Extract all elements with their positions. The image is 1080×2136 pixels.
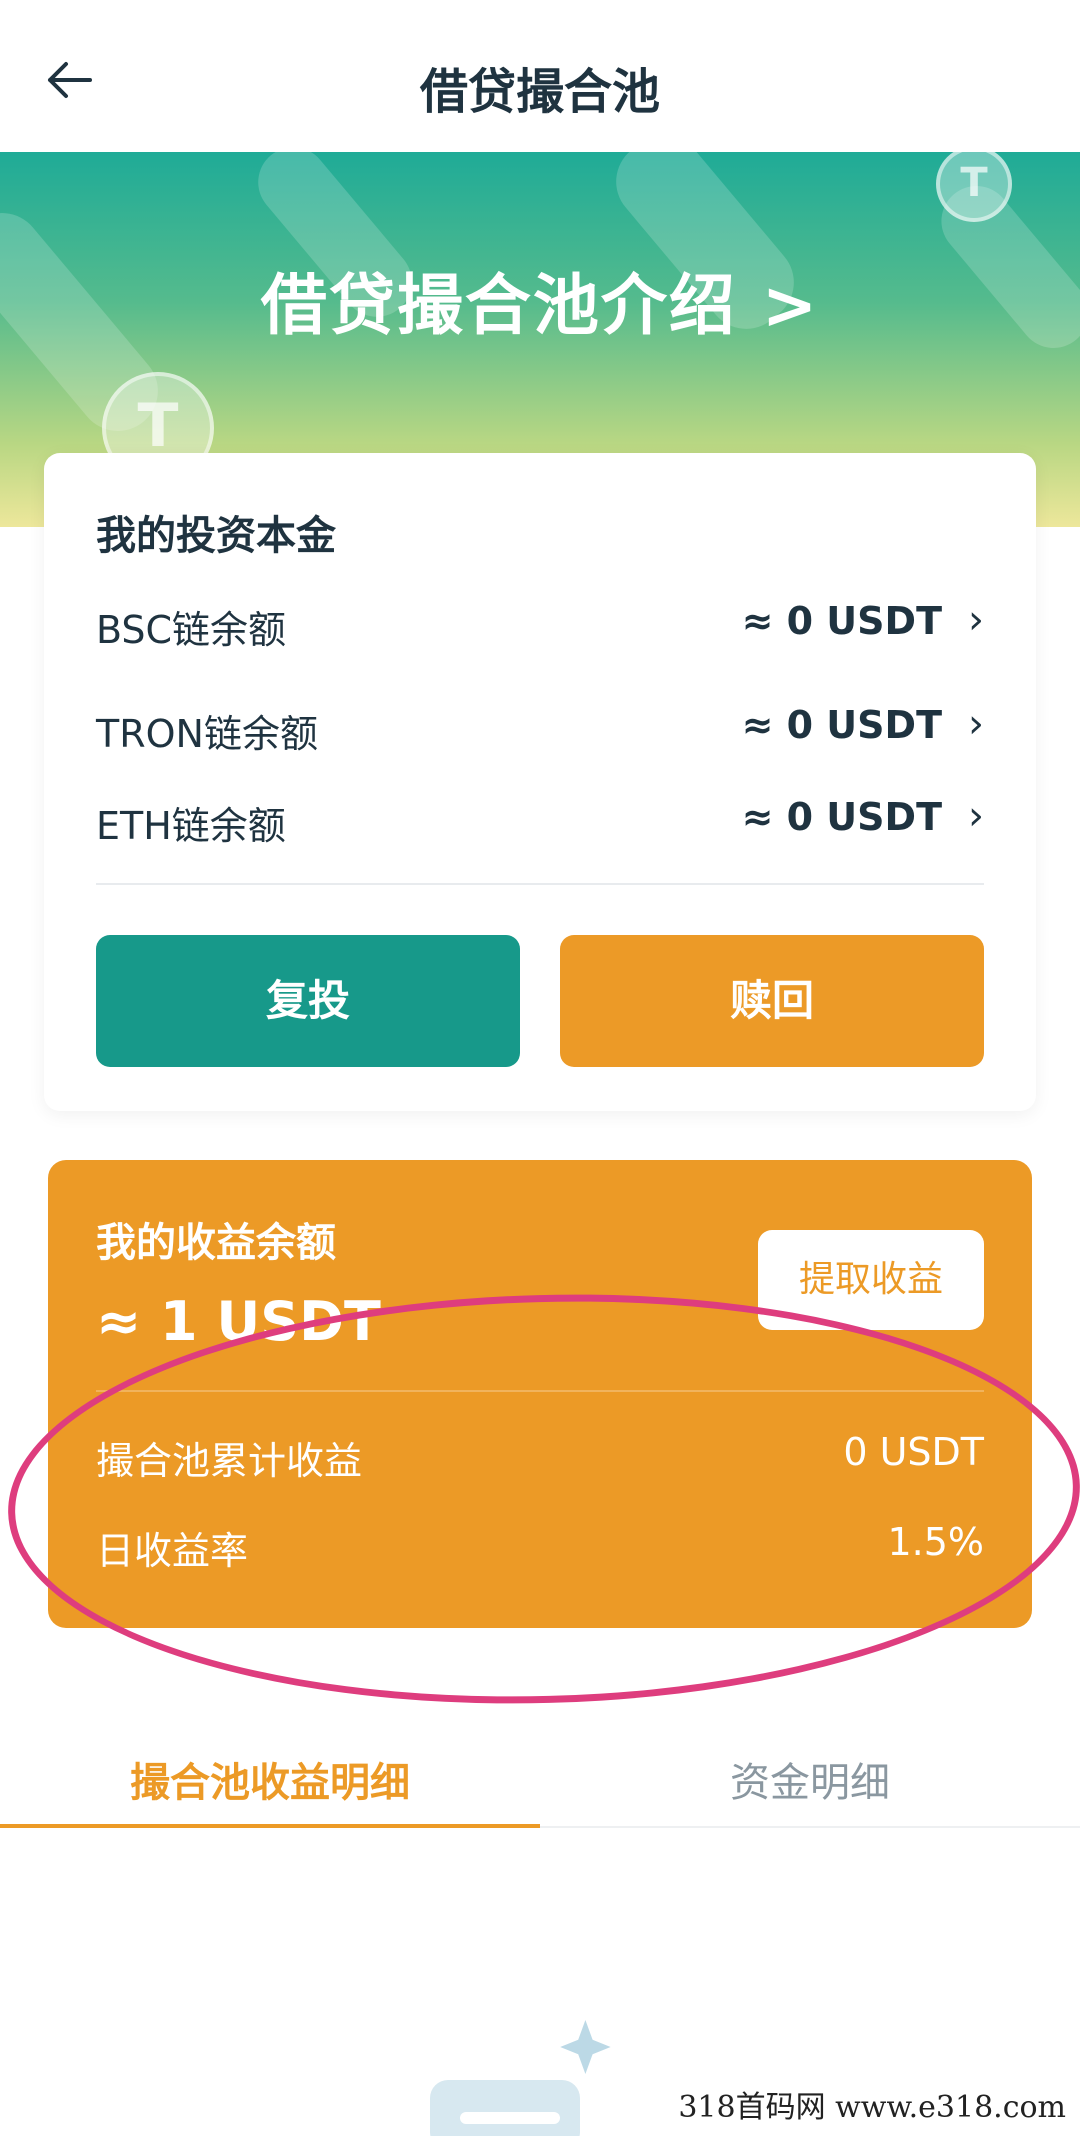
detail-tabs: 撮合池收益明细 资金明细 — [0, 1720, 1080, 1830]
daily-rate-row: 日收益率 1.5% — [96, 1520, 984, 1580]
row-value: 0 USDT — [843, 1430, 984, 1474]
earnings-title: 我的收益余额 — [96, 1220, 336, 1266]
redeem-button[interactable]: 赎回 — [560, 935, 984, 1067]
row-value: 1.5% — [887, 1520, 984, 1564]
principal-card: 我的投资本金 BSC链余额 ≈ 0 USDT › TRON链余额 ≈ 0 USD… — [44, 453, 1036, 1111]
earnings-card: 我的收益余额 ≈ 1 USDT 提取收益 撮合池累计收益 0 USDT 日收益率… — [48, 1160, 1032, 1628]
banner-title: 借贷撮合池介绍 > — [260, 267, 820, 344]
page-title: 借贷撮合池 — [419, 64, 660, 120]
chevron-right-icon: › — [968, 793, 984, 839]
divider — [96, 1390, 984, 1392]
tron-balance-row[interactable]: TRON链余额 ≈ 0 USDT › — [96, 695, 984, 756]
empty-state-illustration — [430, 2020, 611, 2136]
earnings-amount: ≈ 1 USDT — [96, 1290, 381, 1353]
watermark: 318首码网 www.e318.com — [678, 2090, 1066, 2125]
tab-fund-details[interactable]: 资金明细 — [540, 1750, 1080, 1808]
principal-title: 我的投资本金 — [96, 513, 336, 559]
tab-pool-earnings[interactable]: 撮合池收益明细 — [0, 1750, 540, 1808]
balance-value: ≈ 0 USDT — [741, 703, 942, 747]
bsc-balance-row[interactable]: BSC链余额 ≈ 0 USDT › — [96, 591, 984, 652]
cumulative-earnings-row: 撮合池累计收益 0 USDT — [96, 1430, 984, 1490]
active-tab-indicator — [0, 1824, 540, 1828]
row-label: 日收益率 — [96, 1529, 249, 1573]
withdraw-earnings-button[interactable]: 提取收益 — [758, 1230, 984, 1330]
reinvest-button[interactable]: 复投 — [96, 935, 520, 1067]
divider — [96, 883, 984, 885]
top-bar: 借贷撮合池 — [0, 0, 1080, 152]
row-label: 撮合池累计收益 — [96, 1439, 363, 1483]
balance-label: BSC链余额 — [96, 608, 287, 652]
chevron-right-icon: › — [968, 597, 984, 643]
balance-value: ≈ 0 USDT — [741, 599, 942, 643]
balance-value: ≈ 0 USDT — [741, 795, 942, 839]
eth-balance-row[interactable]: ETH链余额 ≈ 0 USDT › — [96, 787, 984, 848]
chevron-right-icon: › — [968, 701, 984, 747]
balance-label: TRON链余额 — [96, 712, 318, 756]
balance-label: ETH链余额 — [96, 804, 286, 848]
